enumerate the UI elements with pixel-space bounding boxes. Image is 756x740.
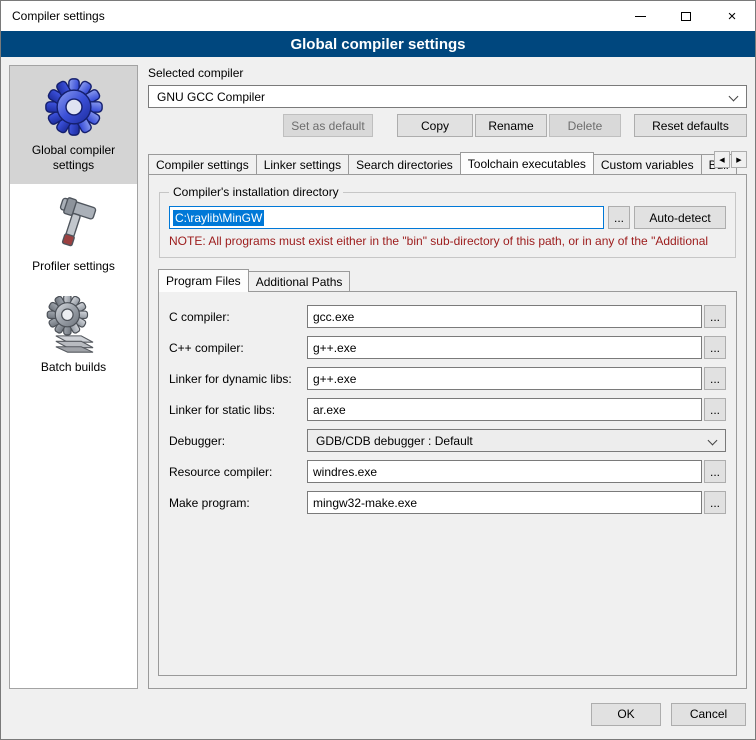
gray-gear-stack-icon <box>45 296 103 354</box>
minimize-button[interactable] <box>617 1 663 31</box>
installation-directory-value: C:\raylib\MinGW <box>173 210 264 226</box>
cpp-compiler-label: C++ compiler: <box>169 341 307 355</box>
resource-compiler-label: Resource compiler: <box>169 465 307 479</box>
c-compiler-label: C compiler: <box>169 310 307 324</box>
toolchain-executables-panel: Compiler's installation directory C:\ray… <box>148 174 747 689</box>
dialog-header: Global compiler settings <box>1 31 755 57</box>
maximize-button[interactable] <box>663 1 709 31</box>
delete-button: Delete <box>549 114 621 137</box>
debugger-label: Debugger: <box>169 434 307 448</box>
static-linker-browse-button[interactable]: ... <box>704 398 726 421</box>
main-panel: Selected compiler GNU GCC Compiler Set a… <box>148 65 747 689</box>
cpp-compiler-browse-button[interactable]: ... <box>704 336 726 359</box>
tab-custom-variables[interactable]: Custom variables <box>593 154 702 174</box>
tab-scroll-right-button[interactable]: ▶ <box>731 151 747 168</box>
installation-directory-input[interactable]: C:\raylib\MinGW <box>169 206 604 229</box>
rename-button[interactable]: Rename <box>475 114 547 137</box>
selected-compiler-label: Selected compiler <box>148 66 747 80</box>
sidebar-item-label: Profiler settings <box>32 259 115 274</box>
sidebar-item-global-compiler-settings[interactable]: Global compiler settings <box>10 66 137 184</box>
cancel-button[interactable]: Cancel <box>671 703 746 726</box>
tab-toolchain-executables[interactable]: Toolchain executables <box>460 152 594 174</box>
sidebar-item-batch-builds[interactable]: Batch builds <box>10 285 137 386</box>
c-compiler-row: C compiler: ... <box>169 305 726 328</box>
ok-button[interactable]: OK <box>591 703 661 726</box>
tab-linker-settings[interactable]: Linker settings <box>256 154 349 174</box>
selected-compiler-combo[interactable]: GNU GCC Compiler <box>148 85 747 108</box>
arrow-left-icon: ◀ <box>719 156 724 164</box>
auto-detect-button[interactable]: Auto-detect <box>634 206 726 229</box>
sidebar-item-label: Batch builds <box>41 360 106 375</box>
c-compiler-input[interactable] <box>307 305 702 328</box>
make-program-browse-button[interactable]: ... <box>704 491 726 514</box>
dynamic-linker-row: Linker for dynamic libs: ... <box>169 367 726 390</box>
cpp-compiler-input[interactable] <box>307 336 702 359</box>
chevron-down-icon <box>729 92 739 102</box>
window-title: Compiler settings <box>1 9 105 23</box>
debugger-value: GDB/CDB debugger : Default <box>316 434 473 448</box>
compiler-buttons-row: Set as default Copy Rename Delete Reset … <box>148 114 747 137</box>
installation-directory-group: Compiler's installation directory C:\ray… <box>159 185 736 258</box>
arrow-right-icon: ▶ <box>736 156 741 164</box>
close-icon: × <box>728 9 737 24</box>
blue-gear-icon <box>44 77 104 137</box>
sidebar-item-label: Global compiler settings <box>15 143 132 173</box>
dialog-footer: OK Cancel <box>1 697 755 739</box>
close-button[interactable]: × <box>709 1 755 31</box>
make-program-input[interactable] <box>307 491 702 514</box>
titlebar-buttons: × <box>617 1 755 31</box>
resource-compiler-input[interactable] <box>307 460 702 483</box>
resource-compiler-browse-button[interactable]: ... <box>704 460 726 483</box>
maximize-icon <box>681 12 691 21</box>
tab-compiler-settings[interactable]: Compiler settings <box>148 154 257 174</box>
make-program-row: Make program: ... <box>169 491 726 514</box>
compiler-settings-window: Compiler settings × Global compiler sett… <box>0 0 756 740</box>
c-compiler-browse-button[interactable]: ... <box>704 305 726 328</box>
make-program-label: Make program: <box>169 496 307 510</box>
resource-compiler-row: Resource compiler: ... <box>169 460 726 483</box>
tab-scroll-left-button[interactable]: ◀ <box>714 151 730 168</box>
tab-scroll-buttons: ◀ ▶ <box>713 151 747 168</box>
dynamic-linker-label: Linker for dynamic libs: <box>169 372 307 386</box>
debugger-row: Debugger: GDB/CDB debugger : Default <box>169 429 726 452</box>
static-linker-label: Linker for static libs: <box>169 403 307 417</box>
cpp-compiler-row: C++ compiler: ... <box>169 336 726 359</box>
tab-program-files[interactable]: Program Files <box>158 269 249 292</box>
titlebar: Compiler settings × <box>1 1 755 31</box>
installation-directory-browse-button[interactable]: ... <box>608 206 630 229</box>
sidebar: Global compiler settings Profiler settin… <box>9 65 138 689</box>
chevron-down-icon <box>708 436 718 446</box>
tab-additional-paths[interactable]: Additional Paths <box>248 271 351 291</box>
dialog-body: Global compiler settings Profiler settin… <box>1 57 755 697</box>
installation-directory-title: Compiler's installation directory <box>169 185 343 199</box>
tabstrip: Compiler settings Linker settings Search… <box>148 151 747 174</box>
tab-search-directories[interactable]: Search directories <box>348 154 461 174</box>
program-files-panel: C compiler: ... C++ compiler: ... Linker… <box>158 291 737 676</box>
sidebar-item-profiler-settings[interactable]: Profiler settings <box>10 184 137 285</box>
program-files-tabstrip: Program Files Additional Paths <box>158 268 737 291</box>
profiler-tool-icon <box>45 195 103 253</box>
static-linker-input[interactable] <box>307 398 702 421</box>
dynamic-linker-browse-button[interactable]: ... <box>704 367 726 390</box>
copy-button[interactable]: Copy <box>397 114 473 137</box>
dynamic-linker-input[interactable] <box>307 367 702 390</box>
set-as-default-button: Set as default <box>283 114 373 137</box>
static-linker-row: Linker for static libs: ... <box>169 398 726 421</box>
reset-defaults-button[interactable]: Reset defaults <box>634 114 747 137</box>
minimize-icon <box>635 16 646 17</box>
installation-directory-row: C:\raylib\MinGW ... Auto-detect <box>169 206 726 229</box>
debugger-select[interactable]: GDB/CDB debugger : Default <box>307 429 726 452</box>
selected-compiler-value: GNU GCC Compiler <box>157 90 265 104</box>
bin-subdirectory-note: NOTE: All programs must exist either in … <box>169 234 726 248</box>
